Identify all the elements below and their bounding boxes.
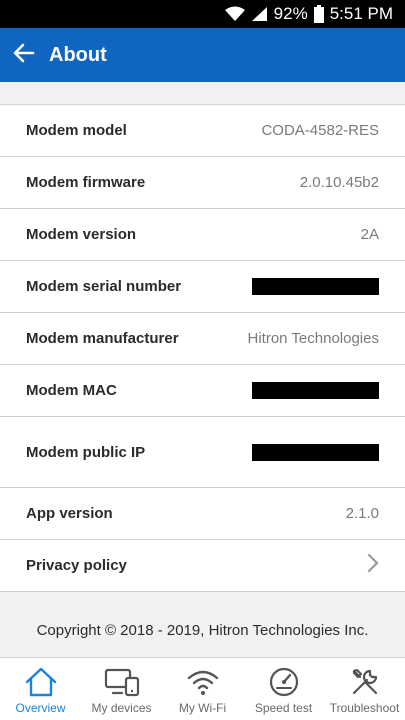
row-modem-model: Modem model CODA-4582-RES — [0, 105, 405, 157]
battery-icon — [313, 5, 324, 23]
nav-troubleshoot[interactable]: Troubleshoot — [324, 658, 405, 720]
nav-overview[interactable]: Overview — [0, 658, 81, 720]
nav-label: Speed test — [254, 701, 313, 715]
row-label: Privacy policy — [26, 557, 127, 574]
row-label: Modem manufacturer — [26, 330, 179, 347]
row-value: Hitron Technologies — [247, 330, 379, 347]
speedometer-icon — [269, 666, 299, 698]
row-label: Modem serial number — [26, 278, 182, 295]
redacted-value — [252, 278, 379, 295]
wifi-signal-icon — [224, 6, 245, 22]
row-privacy-policy[interactable]: Privacy policy — [0, 540, 405, 592]
bottom-nav: Overview My devices My Wi-Fi Speed test … — [0, 657, 405, 720]
nav-my-devices[interactable]: My devices — [81, 658, 162, 720]
cell-signal-icon — [251, 6, 268, 22]
row-modem-version: Modem version 2A — [0, 209, 405, 261]
row-modem-firmware: Modem firmware 2.0.10.45b2 — [0, 157, 405, 209]
row-label: App version — [26, 505, 113, 522]
battery-percent: 92% — [273, 4, 308, 23]
row-label: Modem model — [26, 122, 127, 139]
row-modem-manufacturer: Modem manufacturer Hitron Technologies — [0, 313, 405, 365]
clock: 5:51 PM — [329, 4, 393, 23]
chevron-right-icon — [367, 553, 379, 578]
row-value: 2.1.0 — [345, 505, 379, 522]
back-button[interactable] — [0, 28, 48, 82]
row-label: Modem public IP — [26, 443, 146, 461]
copyright-text: Copyright © 2018 - 2019, Hitron Technolo… — [36, 622, 369, 639]
row-label: Modem firmware — [26, 174, 146, 191]
wifi-icon — [186, 666, 220, 698]
arrow-left-icon — [13, 43, 35, 68]
row-label: Modem version — [26, 226, 137, 243]
app-bar: About — [0, 28, 405, 82]
nav-my-wifi[interactable]: My Wi-Fi — [162, 658, 243, 720]
row-app-version: App version 2.1.0 — [0, 488, 405, 540]
row-label: Modem MAC — [26, 382, 117, 399]
tools-icon — [350, 666, 380, 698]
nav-speed-test[interactable]: Speed test — [243, 658, 324, 720]
row-value: 2A — [360, 226, 379, 243]
nav-label: Overview — [15, 701, 66, 715]
about-list: Modem model CODA-4582-RES Modem firmware… — [0, 104, 405, 592]
nav-label: My Wi-Fi — [178, 701, 227, 715]
row-modem-public-ip: Modem public IP — [0, 417, 405, 488]
devices-icon — [104, 666, 140, 698]
row-value: 2.0.10.45b2 — [299, 174, 379, 191]
row-modem-serial-number: Modem serial number — [0, 261, 405, 313]
page-title: About — [49, 43, 107, 66]
redacted-value — [252, 382, 379, 399]
nav-label: Troubleshoot — [329, 701, 400, 715]
home-icon — [25, 666, 57, 698]
footer: Copyright © 2018 - 2019, Hitron Technolo… — [0, 591, 405, 657]
row-modem-mac: Modem MAC — [0, 365, 405, 417]
row-value: CODA-4582-RES — [261, 122, 379, 139]
nav-label: My devices — [91, 701, 152, 715]
redacted-value — [252, 443, 379, 461]
status-bar: 92% 5:51 PM — [0, 0, 405, 28]
